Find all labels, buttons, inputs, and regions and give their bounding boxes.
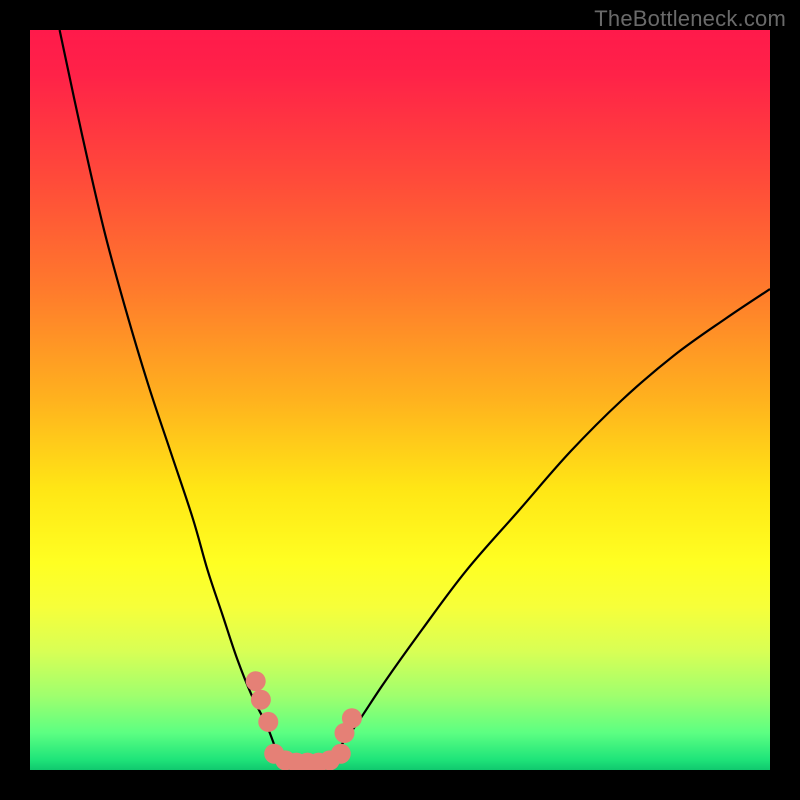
curve-left-branch: [60, 30, 278, 755]
data-marker: [251, 690, 271, 710]
curve-right-branch: [333, 289, 770, 755]
curve-layer: [30, 30, 770, 770]
data-marker: [342, 708, 362, 728]
data-marker: [246, 671, 266, 691]
watermark-text: TheBottleneck.com: [594, 6, 786, 32]
plot-area: [30, 30, 770, 770]
chart-frame: TheBottleneck.com: [0, 0, 800, 800]
data-marker: [258, 712, 278, 732]
marker-group: [246, 671, 362, 770]
data-marker: [331, 744, 351, 764]
